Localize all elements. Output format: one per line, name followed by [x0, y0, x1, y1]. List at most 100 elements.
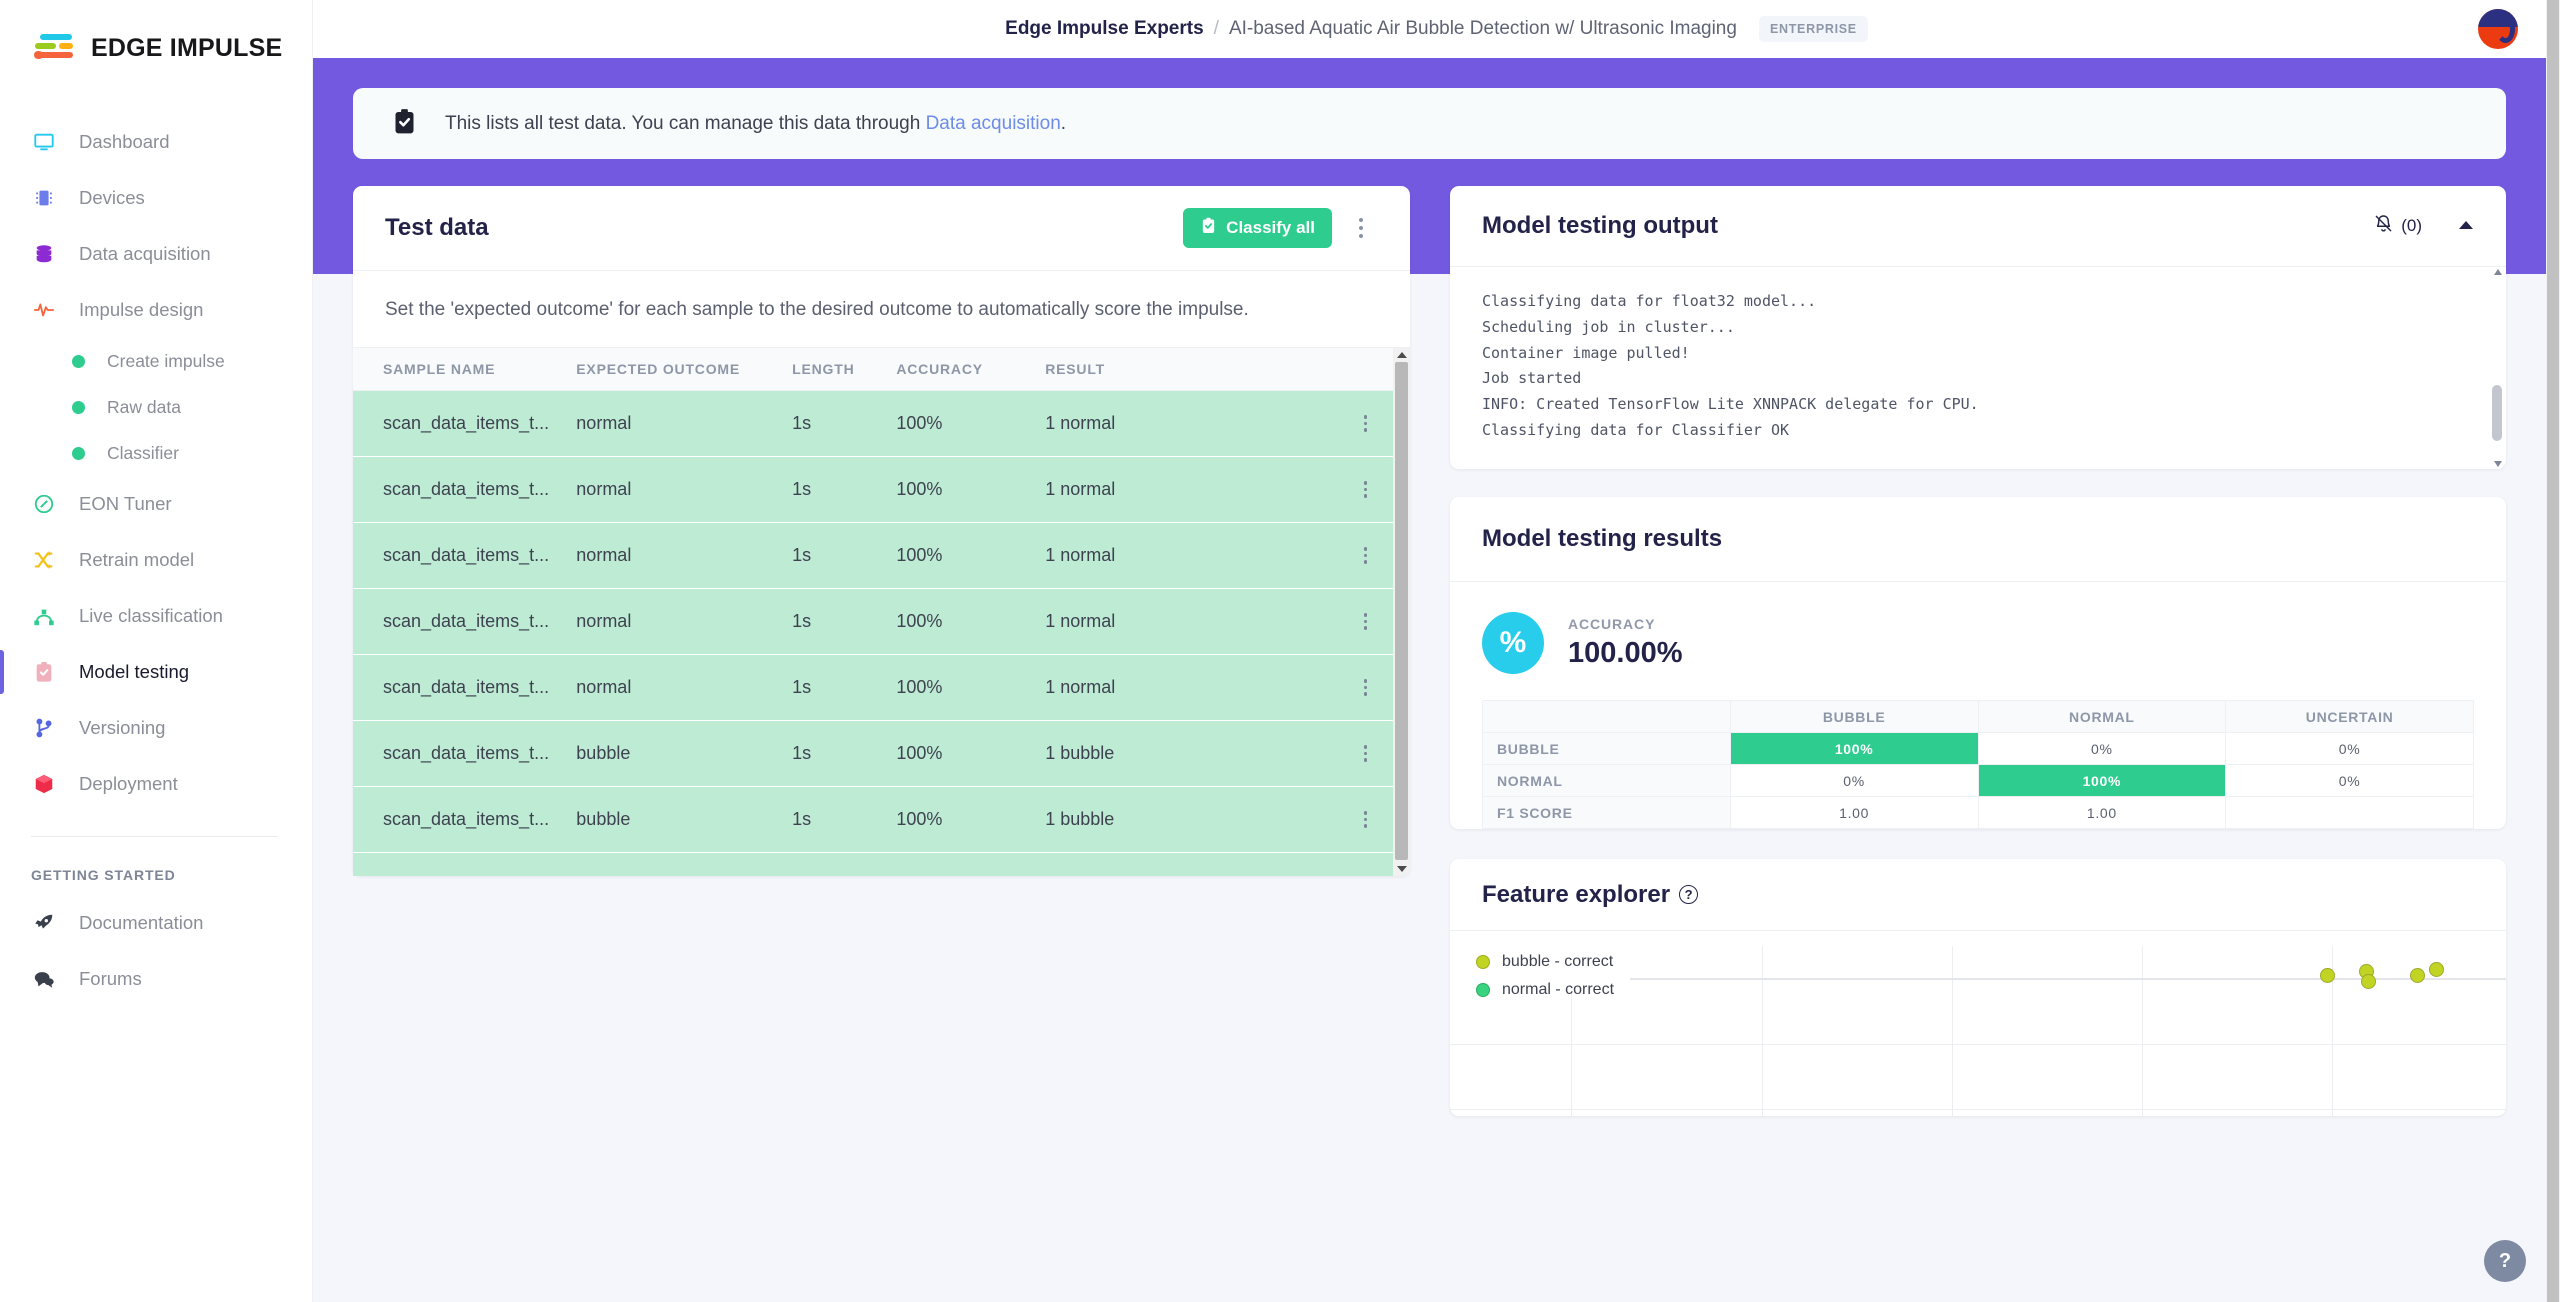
status-dot-icon — [72, 355, 85, 368]
scroll-up-arrow-icon[interactable] — [1397, 352, 1407, 358]
cmx-row-label: BUBBLE — [1483, 733, 1731, 765]
confusion-matrix-row: F1 SCORE1.001.00 — [1483, 797, 2474, 829]
sidebar-item-create-impulse[interactable]: Create impulse — [0, 338, 312, 384]
info-banner-text: This lists all test data. You can manage… — [445, 113, 1066, 135]
plot-point[interactable] — [2361, 974, 2376, 989]
test-data-note: Set the 'expected outcome' for each samp… — [353, 271, 1410, 348]
sidebar-item-devices[interactable]: Devices — [0, 170, 312, 226]
sidebar-item-label: Devices — [79, 187, 145, 209]
cmx-row-label: F1 SCORE — [1483, 797, 1731, 829]
scroll-down-arrow-icon[interactable] — [1397, 866, 1407, 872]
cell-expected-outcome: normal — [576, 523, 792, 589]
cell-accuracy: 100% — [896, 721, 1045, 787]
gridline-v — [1762, 946, 1763, 1116]
sidebar-item-classifier[interactable]: Classifier — [0, 430, 312, 476]
sidebar-item-raw-data[interactable]: Raw data — [0, 384, 312, 430]
sidebar: EDGE IMPULSE Dashboard — [0, 0, 313, 1302]
help-fab-button[interactable]: ? — [2484, 1240, 2526, 1282]
sidebar-item-versioning[interactable]: Versioning — [0, 700, 312, 756]
page-title: Test data — [385, 214, 1183, 242]
chevron-up-icon[interactable] — [2458, 217, 2474, 235]
table-row[interactable]: scan_data_items_t...normal1s100%1 normal — [353, 457, 1410, 523]
cell-length: 1s — [792, 721, 896, 787]
columns: Test data Classify all — [353, 186, 2506, 1116]
cell-accuracy: 100% — [896, 523, 1045, 589]
info-banner-text-after: . — [1061, 113, 1066, 134]
sidebar-item-label: Deployment — [79, 773, 178, 795]
column-header-expected-outcome: EXPECTED OUTCOME — [576, 348, 792, 391]
sidebar-item-model-testing[interactable]: Model testing — [0, 644, 312, 700]
table-row[interactable]: scan_data_items_t...bubble1s100%1 bubble — [353, 721, 1410, 787]
brand-logo[interactable]: EDGE IMPULSE — [0, 26, 312, 70]
sidebar-item-label: Documentation — [79, 912, 203, 934]
sidebar-item-label: Forums — [79, 968, 142, 990]
cmx-cell-highlight: 100% — [1978, 765, 2226, 797]
table-row[interactable]: scan_data_items_t...normal1s100%1 normal — [353, 523, 1410, 589]
avatar[interactable] — [2478, 9, 2518, 49]
plot-legend: bubble - correct normal - correct — [1476, 953, 1614, 1009]
cell-result: 1 normal — [1045, 655, 1320, 721]
cell-length: 1s — [792, 787, 896, 853]
accuracy-value: 100.00% — [1568, 637, 1683, 670]
sidebar-item-forums[interactable]: Forums — [0, 951, 312, 1007]
sidebar-item-label: Dashboard — [79, 131, 170, 153]
log-scrollbar[interactable] — [2492, 273, 2502, 463]
cmx-col-blank — [1483, 701, 1731, 733]
table-row[interactable]: scan_data_items_t...normal1s100%1 normal — [353, 589, 1410, 655]
page-scrollbar[interactable] — [2546, 0, 2560, 1302]
sidebar-nav: Dashboard Devices — [0, 114, 312, 812]
sidebar-item-dashboard[interactable]: Dashboard — [0, 114, 312, 170]
column-header-length: LENGTH — [792, 348, 896, 391]
cmx-col-bubble: BUBBLE — [1730, 701, 1978, 733]
pulse-icon — [31, 297, 57, 323]
data-acquisition-link[interactable]: Data acquisition — [926, 113, 1061, 134]
classify-all-label: Classify all — [1226, 218, 1315, 238]
gridline-v — [1571, 991, 1572, 1116]
breadcrumb-org[interactable]: Edge Impulse Experts — [1005, 18, 1204, 40]
table-scrollbar[interactable] — [1393, 348, 1410, 876]
plot-point[interactable] — [2429, 962, 2444, 977]
mute-notifications-button[interactable]: (0) — [2374, 214, 2422, 238]
sidebar-item-documentation[interactable]: Documentation — [0, 895, 312, 951]
accuracy-label: ACCURACY — [1568, 616, 1683, 632]
help-circle-icon[interactable]: ? — [1679, 885, 1698, 904]
info-banner-text-before: This lists all test data. You can manage… — [445, 113, 926, 134]
cmx-cell — [2226, 797, 2474, 829]
feature-explorer-header: Feature explorer ? — [1450, 859, 2506, 931]
sidebar-item-live-classification[interactable]: Live classification — [0, 588, 312, 644]
breadcrumb-project[interactable]: AI-based Aquatic Air Bubble Detection w/… — [1229, 18, 1737, 40]
sidebar-item-label: Data acquisition — [79, 243, 211, 265]
sidebar-item-data-acquisition[interactable]: Data acquisition — [0, 226, 312, 282]
chip-icon — [31, 185, 57, 211]
clipboard-check-icon — [391, 108, 418, 140]
test-data-menu-button[interactable] — [1344, 218, 1378, 238]
cmx-cell: 1.00 — [1730, 797, 1978, 829]
cell-result: 1 bubble — [1045, 853, 1320, 877]
log-scrollbar-thumb[interactable] — [2492, 385, 2502, 441]
model-testing-results-header: Model testing results — [1450, 497, 2506, 582]
page-scrollbar-thumb[interactable] — [2547, 0, 2559, 1302]
sidebar-item-label: Live classification — [79, 605, 223, 627]
log-line — [1482, 444, 2474, 469]
sidebar-item-impulse-design[interactable]: Impulse design — [0, 282, 312, 338]
sidebar-item-deployment[interactable]: Deployment — [0, 756, 312, 812]
cmx-col-normal: NORMAL — [1978, 701, 2226, 733]
sidebar-item-eon-tuner[interactable]: EON Tuner — [0, 476, 312, 532]
breadcrumb-separator: / — [1214, 18, 1219, 40]
classify-all-button[interactable]: Classify all — [1183, 208, 1332, 248]
log-line: Container image pulled! — [1482, 341, 2474, 367]
info-banner: This lists all test data. You can manage… — [353, 88, 2506, 159]
feature-explorer-plot[interactable]: bubble - correct normal - correct — [1450, 931, 2506, 1116]
table-row[interactable]: scan_data_items_t...bubble1s100%1 bubble — [353, 853, 1410, 877]
table-row[interactable]: scan_data_items_t...normal1s100%1 normal — [353, 391, 1410, 457]
table-row[interactable]: scan_data_items_t...bubble1s100%1 bubble — [353, 787, 1410, 853]
table-scrollbar-thumb[interactable] — [1395, 362, 1408, 860]
log-scroll-down-arrow-icon[interactable] — [2494, 461, 2502, 467]
table-row[interactable]: scan_data_items_t...normal1s100%1 normal — [353, 655, 1410, 721]
cmx-cell: 1.00 — [1978, 797, 2226, 829]
sidebar-item-retrain-model[interactable]: Retrain model — [0, 532, 312, 588]
sidebar-item-label: Retrain model — [79, 549, 194, 571]
accuracy-block: % ACCURACY 100.00% — [1450, 582, 2506, 700]
legend-swatch-icon — [1476, 955, 1490, 969]
compass-icon — [31, 491, 57, 517]
